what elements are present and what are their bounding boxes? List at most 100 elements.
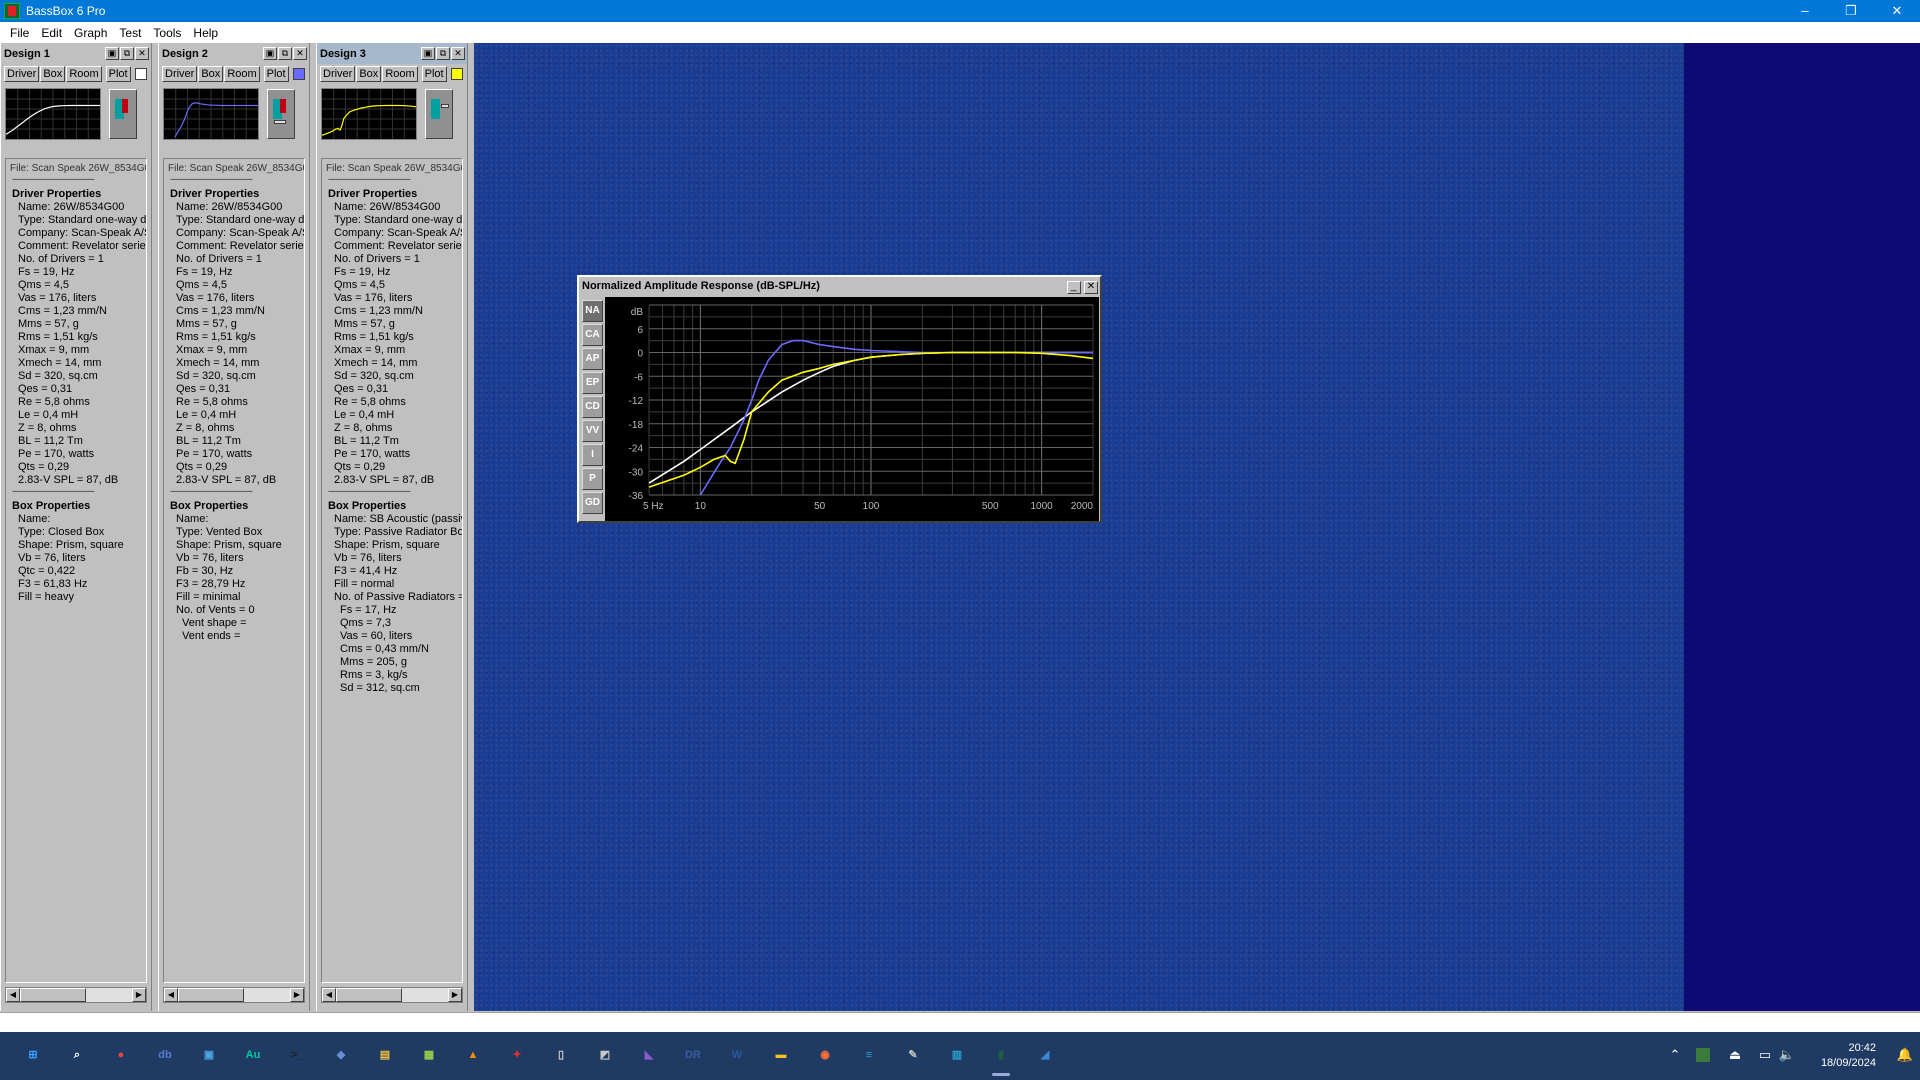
scroll-right-icon[interactable]: ▶ [290,988,304,1002]
close-icon[interactable]: ✕ [1084,280,1098,294]
property-line: Le = 0,4 mH [334,409,395,421]
horizontal-scrollbar[interactable]: ◀ ▶ [5,987,147,1003]
app9-icon[interactable]: ▦ [416,1042,442,1068]
close-icon[interactable]: ✕ [135,47,149,60]
graph-button-na[interactable]: NA [582,300,603,322]
graph-button-i[interactable]: I [582,444,603,466]
property-line: Shape: Prism, square [176,539,282,551]
nvidia-icon[interactable] [1696,1048,1710,1062]
tab-room[interactable]: Room [382,66,418,82]
property-line: Rms = 3, kg/s [340,669,408,681]
scroll-left-icon[interactable]: ◀ [164,988,178,1002]
menu-help[interactable]: Help [187,26,224,40]
restore-button[interactable]: ❐ [1828,0,1874,22]
save-icon[interactable]: ▣ [263,47,277,60]
chrome-icon[interactable]: ● [108,1042,134,1068]
chevron-up-icon[interactable]: ⌃ [1666,1046,1684,1064]
copy-icon[interactable]: ⧉ [120,47,134,60]
search-icon[interactable]: ⌕ [64,1042,90,1068]
horizontal-scrollbar[interactable]: ◀ ▶ [163,987,305,1003]
photos-icon[interactable]: ▣ [196,1042,222,1068]
app7-icon[interactable]: ◆ [328,1042,354,1068]
property-line: Sd = 312, sq.cm [340,682,420,694]
scroll-right-icon[interactable]: ▶ [448,988,462,1002]
app21-icon[interactable]: ▥ [944,1042,970,1068]
copy-icon[interactable]: ⧉ [278,47,292,60]
db-icon[interactable]: db [152,1042,178,1068]
explorer-icon[interactable]: ▬ [768,1042,794,1068]
menu-file[interactable]: File [4,26,35,40]
close-button[interactable]: ✕ [1874,0,1920,22]
copy-icon[interactable]: ⧉ [436,47,450,60]
graph-button-ep[interactable]: EP [582,372,603,394]
amplitude-response-window[interactable]: Normalized Amplitude Response (dB-SPL/Hz… [577,275,1102,523]
close-icon[interactable]: ✕ [293,47,307,60]
tab-driver[interactable]: Driver [4,66,40,82]
tab-plot[interactable]: Plot [105,66,131,82]
app23-icon[interactable]: ◢ [1032,1042,1058,1068]
scroll-left-icon[interactable]: ◀ [322,988,336,1002]
tab-room[interactable]: Room [224,66,260,82]
scroll-thumb[interactable] [336,988,402,1002]
tab-room[interactable]: Room [66,66,102,82]
save-icon[interactable]: ▣ [421,47,435,60]
tab-driver[interactable]: Driver [320,66,356,82]
app10-icon[interactable]: ▲ [460,1042,486,1068]
property-line: No. of Passive Radiators = 1 [334,591,463,603]
notification-icon[interactable]: 🔔 [1896,1046,1914,1064]
start-icon[interactable]: ⊞ [20,1042,46,1068]
tab-plot[interactable]: Plot [263,66,289,82]
graph-button-p[interactable]: P [582,468,603,490]
app11-icon[interactable]: ✦ [504,1042,530,1068]
plot-color-swatch[interactable] [450,68,463,80]
window-title: BassBox 6 Pro [26,4,106,18]
tab-plot[interactable]: Plot [421,66,447,82]
close-icon[interactable]: ✕ [451,47,465,60]
minimize-button[interactable]: – [1782,0,1828,22]
tab-driver[interactable]: Driver [162,66,198,82]
scroll-left-icon[interactable]: ◀ [6,988,20,1002]
menu-tools[interactable]: Tools [147,26,187,40]
bassbox-icon[interactable]: ▮ [988,1042,1014,1076]
tab-box[interactable]: Box [356,66,382,82]
scroll-right-icon[interactable]: ▶ [132,988,146,1002]
firefox-icon[interactable]: ◉ [812,1042,838,1068]
minimize-icon[interactable]: _ [1066,280,1081,294]
graph-button-ap[interactable]: AP [582,348,603,370]
horizontal-scrollbar[interactable]: ◀ ▶ [321,987,463,1003]
volume-icon[interactable]: 🔈 [1778,1046,1796,1064]
app12-icon[interactable]: ▯ [548,1042,574,1068]
app20-icon[interactable]: ✎ [900,1042,926,1068]
audition-icon[interactable]: Au [240,1042,266,1068]
plot-color-swatch[interactable] [134,68,147,80]
word-icon[interactable]: W [724,1042,750,1068]
app13-icon[interactable]: ◩ [592,1042,618,1068]
tab-box[interactable]: Box [198,66,224,82]
menu-edit[interactable]: Edit [35,26,68,40]
network-icon[interactable]: ▭ [1756,1046,1774,1064]
tab-box[interactable]: Box [40,66,66,82]
dr-icon[interactable]: DR [680,1042,706,1068]
vs-icon[interactable]: ◣ [636,1042,662,1068]
x-tick-label: 100 [863,501,880,512]
usb-icon[interactable]: ⏏ [1726,1046,1744,1064]
clock[interactable]: 20:42 18/09/2024 [1821,1041,1876,1071]
scroll-thumb[interactable] [178,988,244,1002]
graph-button-vv[interactable]: VV [582,420,603,442]
terminal-icon[interactable]: >_ [284,1042,310,1068]
y-tick-label: -18 [629,420,644,431]
notepad-icon[interactable]: ≡ [856,1042,882,1068]
graph-button-gd[interactable]: GD [582,492,603,514]
scroll-thumb[interactable] [20,988,86,1002]
graph-button-ca[interactable]: CA [582,324,603,346]
app8-icon[interactable]: ▤ [372,1042,398,1068]
menu-graph[interactable]: Graph [68,26,113,40]
graph-window-title-bar[interactable]: Normalized Amplitude Response (dB-SPL/Hz… [579,277,1100,294]
graph-button-cd[interactable]: CD [582,396,603,418]
plot-color-swatch[interactable] [292,68,305,80]
menu-test[interactable]: Test [113,26,147,40]
property-line: Vas = 60, liters [340,630,413,642]
separator: ----------------------------------------… [12,175,95,184]
system-tray: ⌃ ⏏ ▭ 🔈 20:42 18/09/2024 🔔 [1660,1032,1920,1080]
save-icon[interactable]: ▣ [105,47,119,60]
